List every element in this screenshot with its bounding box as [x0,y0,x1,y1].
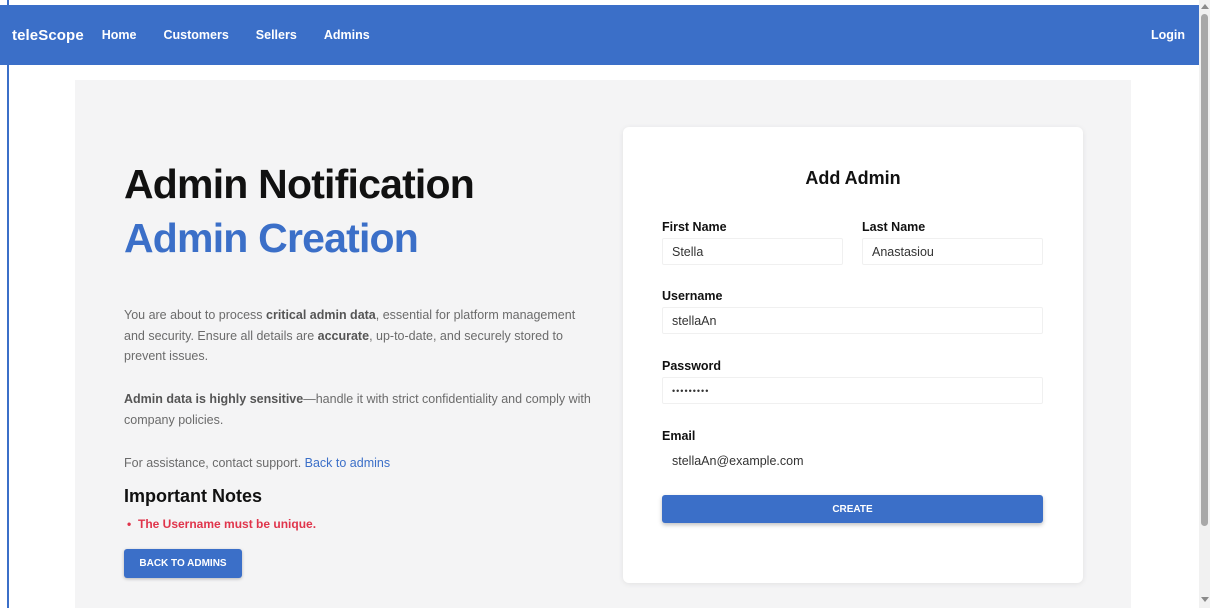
password-label: Password [662,359,722,373]
password-input[interactable] [662,377,1043,404]
username-input[interactable] [662,307,1043,334]
note-text: The Username must be unique. [138,517,317,531]
page-subtitle: Admin Creation [124,215,419,261]
nav-link-home[interactable]: Home [102,28,137,42]
important-notes-heading: Important Notes [124,486,263,506]
support-text: For assistance, contact support. [124,456,305,470]
form-title: Add Admin [805,168,901,188]
last-name-label: Last Name [862,220,926,234]
nav-link-sellers[interactable]: Sellers [256,28,297,42]
note-item: • The Username must be unique. [127,517,317,531]
username-label: Username [662,289,723,303]
top-navbar: teleScope Home Customers Sellers Admins … [0,5,1199,65]
add-admin-form-card: Add Admin First Name Last Name Username … [623,127,1083,583]
intro-paragraph: You are about to process critical admin … [124,305,594,367]
window-left-border [0,0,9,608]
bullet-icon: • [127,517,132,531]
email-input[interactable] [662,447,1043,474]
login-link[interactable]: Login [1151,28,1185,42]
scrollbar-thumb[interactable] [1201,14,1208,526]
intro-text-1: You are about to process [124,308,266,322]
sensitivity-bold: Admin data is highly sensitive [124,392,304,406]
intro-bold-critical: critical admin data [266,308,376,322]
first-name-input[interactable] [662,238,843,265]
email-label: Email [662,429,696,443]
nav-link-admins[interactable]: Admins [324,28,370,42]
sensitivity-paragraph: Admin data is highly sensitive—handle it… [124,389,594,430]
last-name-input[interactable] [862,238,1043,265]
brand-logo[interactable]: teleScope [12,27,84,44]
page-title: Admin Notification [124,161,475,207]
scroll-down-arrow-icon[interactable] [1201,597,1209,602]
intro-bold-accurate: accurate [317,328,370,343]
create-button[interactable]: CREATE [662,495,1043,523]
back-to-admins-button[interactable]: BACK TO ADMINS [124,549,242,578]
vertical-scrollbar[interactable] [1199,0,1210,608]
scroll-up-arrow-icon[interactable] [1201,4,1209,9]
first-name-label: First Name [662,220,727,234]
nav-link-customers[interactable]: Customers [164,28,229,42]
back-to-admins-link[interactable]: Back to admins [305,456,390,470]
support-paragraph: For assistance, contact support. Back to… [124,453,594,474]
